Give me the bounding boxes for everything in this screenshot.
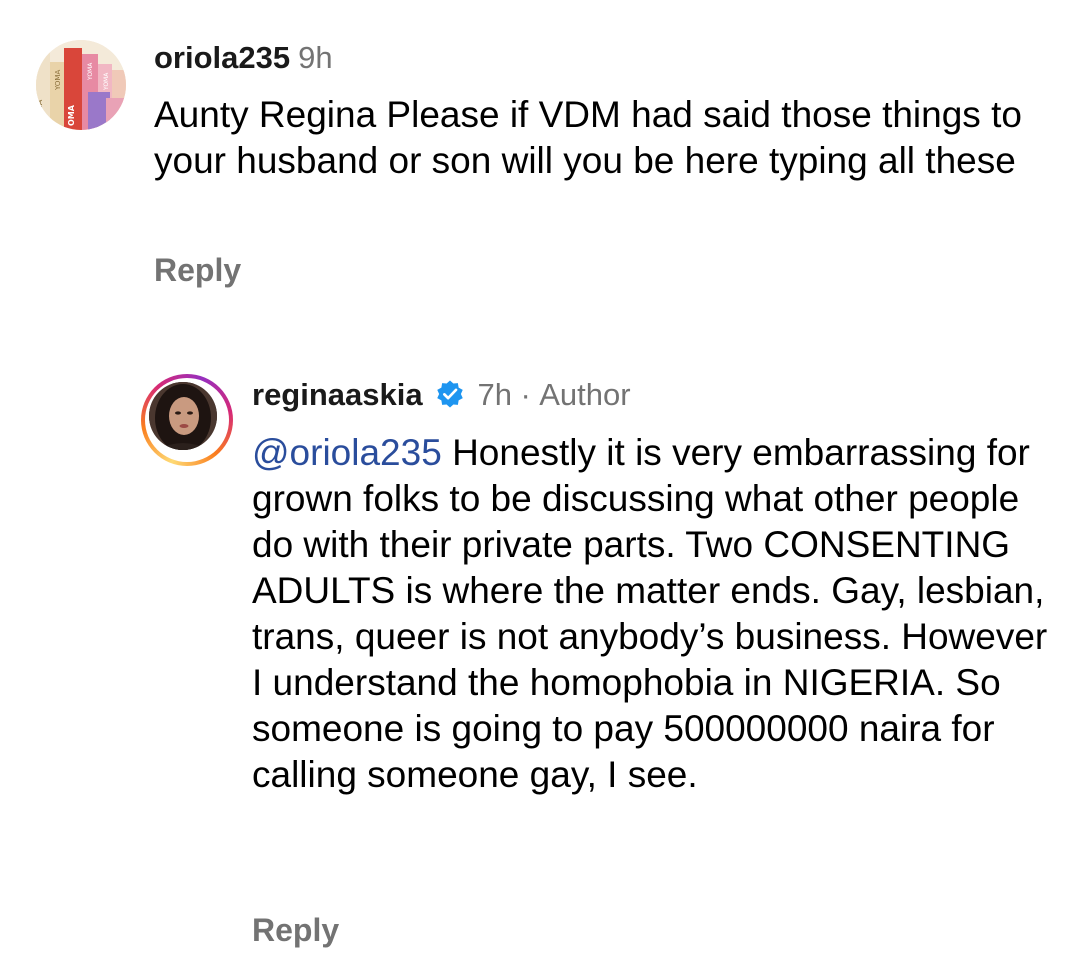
timestamp: 7h bbox=[477, 377, 512, 412]
avatar-ring-gap bbox=[145, 378, 229, 462]
book-spine-label: OMA bbox=[67, 104, 76, 126]
username[interactable]: oriola235 bbox=[154, 40, 290, 75]
avatar-story-ring[interactable] bbox=[141, 374, 233, 466]
comment-text: Aunty Regina Please if VDM had said thos… bbox=[154, 94, 1022, 181]
mention-link[interactable]: @oriola235 bbox=[252, 432, 442, 473]
verified-badge-icon bbox=[435, 379, 465, 414]
timestamp: 9h bbox=[298, 40, 333, 75]
books-avatar-image: MA OMA YOMA YOMA YOMA bbox=[36, 40, 126, 130]
book-spine-label: MA bbox=[36, 99, 44, 112]
profile-photo-avatar-image bbox=[149, 382, 217, 450]
book-spine-label: YOMA bbox=[103, 72, 110, 91]
avatar[interactable]: MA OMA YOMA YOMA YOMA bbox=[36, 40, 126, 130]
reply-button[interactable]: Reply bbox=[154, 252, 241, 289]
comment-oriola235: MA OMA YOMA YOMA YOMA oriola235 9h Aunty … bbox=[0, 0, 1080, 330]
book-spine-label: YOMA bbox=[54, 70, 62, 91]
separator-dot: · bbox=[520, 377, 531, 412]
comment-body: Honestly it is very embarrassing for gro… bbox=[252, 432, 1048, 795]
comment-text: @oriola235 Honestly it is very embarrass… bbox=[252, 430, 1052, 798]
comment-header: oriola235 9h bbox=[154, 40, 333, 80]
comment-header: reginaaskia 7h · Author bbox=[252, 377, 631, 417]
author-label: Author bbox=[539, 377, 631, 412]
avatar bbox=[149, 382, 217, 450]
reply-button[interactable]: Reply bbox=[252, 912, 339, 949]
username[interactable]: reginaaskia bbox=[252, 377, 423, 412]
book-spine-label: YOMA bbox=[87, 62, 94, 81]
